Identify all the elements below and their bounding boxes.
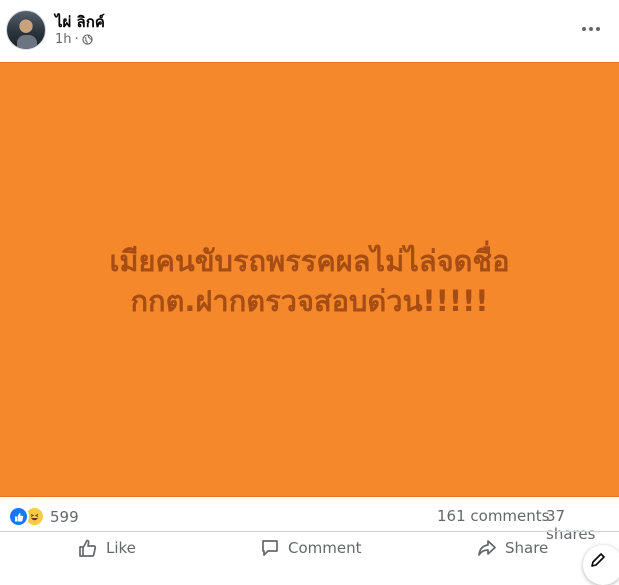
- headline-line-2: กกต.ฝากตรวจสอบด่วน!!!!!: [130, 284, 489, 318]
- post-image[interactable]: เมียคนขับรถพรรคผลไม่ไล่จดชื่อ กกต.ฝากตรว…: [0, 62, 619, 497]
- author-avatar[interactable]: [6, 10, 46, 50]
- compose-message-button[interactable]: [583, 545, 619, 585]
- compose-icon: [591, 553, 605, 567]
- globe-icon[interactable]: [81, 34, 93, 45]
- action-bar: Like Comment Share: [0, 531, 619, 560]
- reactions-count: 599: [50, 507, 79, 526]
- comment-button[interactable]: Comment: [260, 536, 362, 560]
- thumbs-up-icon: [79, 539, 97, 557]
- comments-count[interactable]: 161 comments: [437, 507, 549, 525]
- meta-separator: ·: [74, 32, 79, 47]
- more-options-button[interactable]: [576, 18, 606, 40]
- image-headline: เมียคนขับรถพรรคผลไม่ไล่จดชื่อ กกต.ฝากตรว…: [0, 241, 619, 321]
- comment-label: Comment: [288, 539, 362, 557]
- share-button[interactable]: Share: [477, 536, 548, 560]
- more-dots-icon: [582, 27, 586, 31]
- like-icon: [8, 506, 29, 527]
- engagement-bar: 599 161 comments 37 shares: [0, 497, 619, 543]
- like-button[interactable]: Like: [78, 536, 136, 560]
- share-icon: [478, 540, 496, 556]
- share-label: Share: [505, 539, 549, 557]
- reactions-summary[interactable]: 599: [8, 506, 79, 527]
- post-header: ไผ่ ลิกค์ 1h ·: [0, 0, 619, 62]
- post-meta: 1h ·: [55, 32, 93, 47]
- post-time[interactable]: 1h: [55, 32, 72, 47]
- author-name[interactable]: ไผ่ ลิกค์: [55, 10, 105, 34]
- like-label: Like: [106, 539, 136, 557]
- headline-line-1: เมียคนขับรถพรรคผลไม่ไล่จดชื่อ: [109, 244, 510, 278]
- comment-icon: [262, 540, 278, 556]
